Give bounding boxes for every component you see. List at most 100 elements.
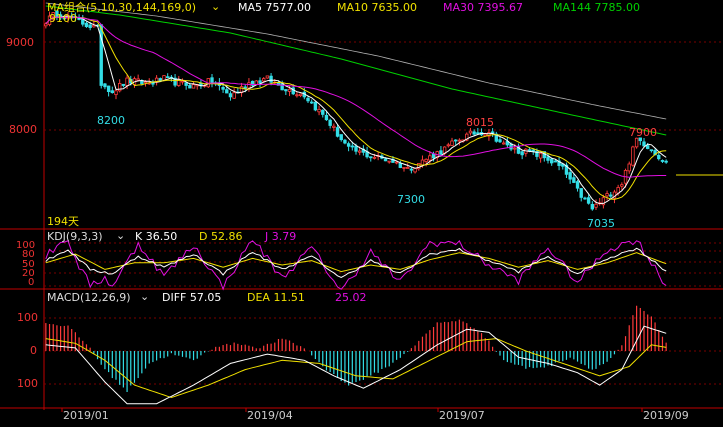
candle-body: [357, 150, 362, 153]
candle-body: [228, 93, 233, 98]
candle-body: [649, 149, 654, 152]
date-label-2019-01: 2019/01: [63, 409, 109, 422]
candle-body: [660, 160, 665, 162]
candle-body: [428, 155, 432, 161]
candle-body: [394, 161, 399, 164]
candle-body: [550, 158, 554, 164]
kdj-tick-0: 0: [28, 277, 35, 288]
candle-body: [143, 81, 148, 84]
date-label-2019-04: 2019/04: [247, 409, 293, 422]
candle-body: [269, 75, 273, 83]
candle-body: [369, 156, 373, 159]
chevron-down-icon[interactable]: ⌄: [140, 291, 149, 303]
candle-body: [265, 75, 270, 79]
candle-body: [354, 145, 358, 152]
macd-diff-value: DIFF 57.05: [162, 291, 222, 304]
candle-body: [335, 127, 340, 137]
macd-tick-0: 0: [30, 344, 37, 357]
candle-body: [81, 18, 85, 25]
candle-body: [225, 89, 229, 94]
candle-body: [306, 97, 310, 102]
candle-body: [398, 163, 402, 168]
candle-body: [125, 77, 129, 86]
macd-dea-value: DEA 11.51: [247, 291, 305, 304]
candle-body: [568, 172, 572, 180]
macd-tick-100-bottom: 100: [17, 377, 38, 390]
candle-body: [328, 119, 332, 126]
candle-body: [180, 80, 185, 83]
candle-body: [118, 83, 122, 92]
candle-body: [431, 153, 436, 159]
candle-body: [586, 197, 591, 204]
candle-body: [583, 197, 587, 200]
candle-body: [657, 154, 661, 160]
candle-body: [453, 139, 458, 142]
candle-body: [321, 109, 325, 115]
candle-body: [468, 130, 473, 134]
candle-body: [642, 141, 646, 147]
chevron-down-icon[interactable]: ⌄: [211, 1, 220, 13]
candle-body: [309, 101, 314, 104]
candle-body: [664, 160, 668, 163]
candle-body: [572, 177, 576, 183]
candle-body: [387, 160, 391, 163]
candle-body: [188, 85, 192, 89]
candle-body: [631, 146, 635, 166]
date-label-2019-09: 2019/09: [643, 409, 689, 422]
ma144-value: MA144 7785.00: [553, 1, 640, 14]
candle-body: [298, 93, 303, 96]
candle-body: [258, 80, 262, 84]
candle-body: [247, 82, 251, 89]
low-label-8200: 8200: [97, 114, 125, 127]
candle-body: [402, 166, 406, 169]
candle-body: [136, 78, 140, 81]
chart-canvas[interactable]: [0, 0, 723, 423]
macd-legend-name[interactable]: MACD(12,26,9): [47, 292, 131, 304]
candle-body: [295, 94, 299, 97]
candle-body: [165, 76, 170, 79]
candle-body: [88, 24, 92, 29]
ma30-value: MA30 7395.67: [443, 1, 523, 14]
candle-body: [184, 82, 188, 86]
candle-body: [620, 184, 624, 187]
stock-chart-window: MA组合(5,10,30,144,169,0) ⌄ MA5 7577.00 MA…: [0, 0, 723, 423]
candle-body: [317, 108, 321, 113]
candle-body: [232, 92, 236, 99]
candle-body: [483, 133, 487, 137]
candle-body: [476, 132, 480, 135]
candle-body: [84, 22, 89, 28]
ma10-value: MA10 7635.00: [337, 1, 417, 14]
candle-body: [450, 140, 454, 146]
candle-body: [594, 203, 598, 208]
candle-body: [324, 114, 329, 121]
candle-body: [103, 83, 107, 88]
kdj-d-value: D 52.86: [199, 230, 243, 243]
chevron-down-icon[interactable]: ⌄: [116, 230, 125, 242]
candle-body: [372, 156, 377, 159]
candle-body: [339, 134, 343, 141]
kdj-legend-name[interactable]: KDJ(9,3,3): [47, 231, 103, 243]
candle-body: [627, 163, 631, 172]
top-price-label: 9100: [49, 12, 77, 25]
candle-body: [313, 101, 318, 111]
candle-body: [346, 143, 351, 147]
candle-body: [553, 160, 558, 163]
candle-body: [110, 90, 114, 94]
candle-body: [420, 159, 425, 166]
high-label-7900: 7900: [629, 126, 657, 139]
price-tick-9000: 9000: [6, 36, 34, 49]
macd-tick-100-top: 100: [17, 311, 38, 324]
candle-body: [605, 193, 609, 197]
candle-body: [498, 139, 502, 143]
candle-body: [457, 139, 462, 142]
candle-body: [261, 78, 266, 82]
candle-body: [350, 145, 354, 148]
candle-body: [424, 158, 428, 162]
candle-body: [490, 131, 495, 134]
macd-value: 25.02: [335, 291, 367, 304]
candle-body: [243, 86, 247, 89]
low-label-7035: 7035: [587, 217, 615, 230]
candle-body: [575, 181, 580, 189]
candle-body: [590, 204, 594, 210]
candle-body: [513, 147, 517, 150]
